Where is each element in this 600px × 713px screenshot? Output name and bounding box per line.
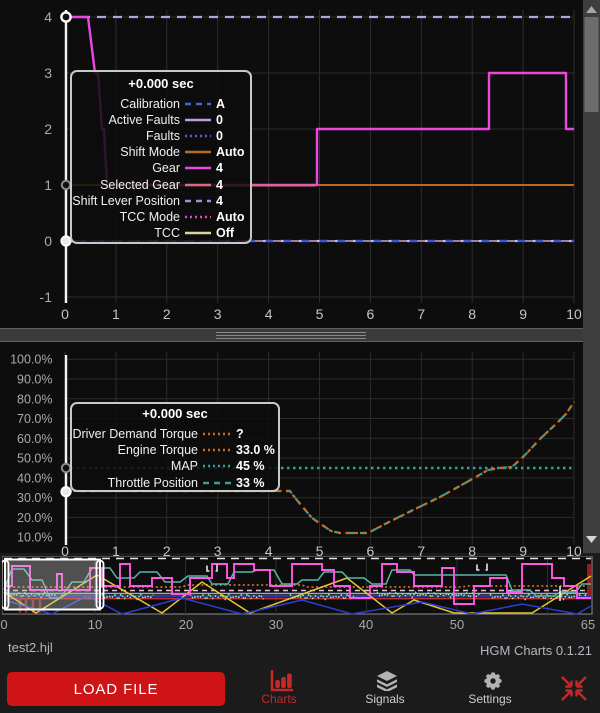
svg-text:50: 50 bbox=[450, 617, 464, 632]
svg-text:30: 30 bbox=[269, 617, 283, 632]
svg-text:4: 4 bbox=[265, 306, 273, 322]
svg-text:1: 1 bbox=[44, 177, 52, 193]
svg-text:2: 2 bbox=[44, 121, 52, 137]
svg-text:50.0%: 50.0% bbox=[17, 452, 52, 466]
svg-text:20: 20 bbox=[179, 617, 193, 632]
svg-text:5: 5 bbox=[316, 306, 324, 322]
svg-text:3: 3 bbox=[44, 65, 52, 81]
svg-text:90.0%: 90.0% bbox=[17, 373, 52, 387]
svg-text:20.0%: 20.0% bbox=[17, 511, 52, 525]
svg-text:10: 10 bbox=[566, 306, 582, 322]
svg-text:60.0%: 60.0% bbox=[17, 432, 52, 446]
svg-text:0: 0 bbox=[0, 617, 7, 632]
svg-text:4: 4 bbox=[44, 9, 52, 25]
svg-text:40: 40 bbox=[359, 617, 373, 632]
svg-text:-1: -1 bbox=[40, 289, 53, 305]
svg-text:100.0%: 100.0% bbox=[10, 353, 52, 367]
svg-text:6: 6 bbox=[367, 306, 375, 322]
svg-text:65: 65 bbox=[581, 617, 595, 632]
svg-text:40.0%: 40.0% bbox=[17, 471, 52, 485]
svg-text:2: 2 bbox=[163, 306, 171, 322]
svg-text:3: 3 bbox=[214, 306, 222, 322]
svg-text:8: 8 bbox=[468, 306, 476, 322]
svg-text:0: 0 bbox=[44, 233, 52, 249]
svg-text:30.0%: 30.0% bbox=[17, 491, 52, 505]
svg-text:7: 7 bbox=[417, 306, 425, 322]
svg-text:70.0%: 70.0% bbox=[17, 412, 52, 426]
svg-text:10.0%: 10.0% bbox=[17, 531, 52, 545]
svg-text:10: 10 bbox=[88, 617, 102, 632]
svg-text:9: 9 bbox=[519, 306, 527, 322]
svg-text:0: 0 bbox=[61, 306, 69, 322]
svg-text:80.0%: 80.0% bbox=[17, 392, 52, 406]
svg-text:1: 1 bbox=[112, 306, 120, 322]
